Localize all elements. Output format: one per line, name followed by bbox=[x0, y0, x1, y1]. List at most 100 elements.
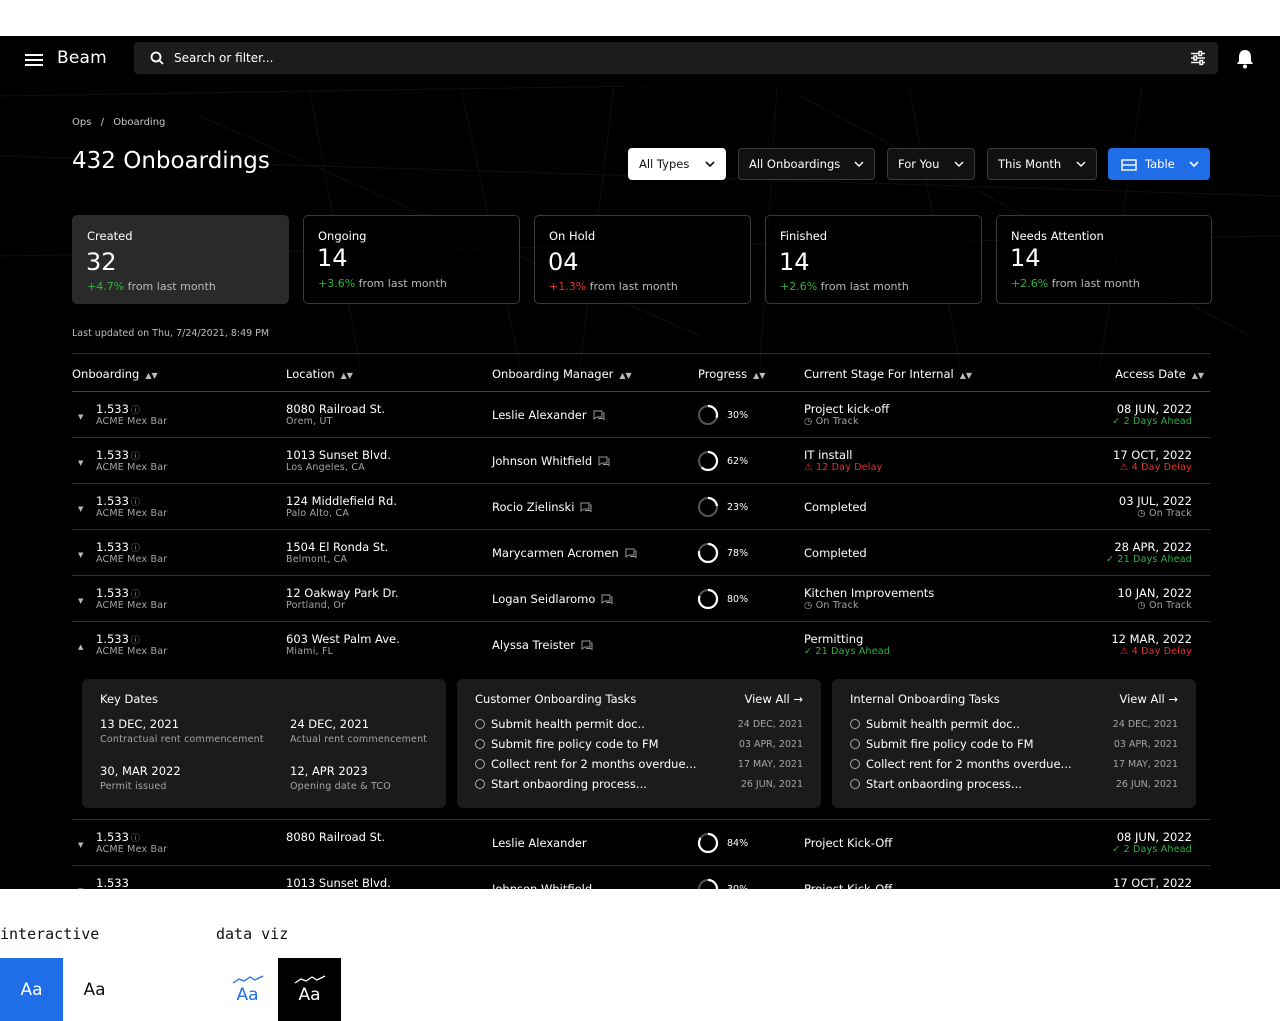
types-filter-select[interactable]: All Types bbox=[628, 148, 726, 180]
sort-icon[interactable]: ▲▼ bbox=[619, 371, 631, 380]
chevron-up-icon[interactable]: ▲ bbox=[78, 643, 83, 651]
period-filter-select[interactable]: This Month bbox=[987, 148, 1097, 180]
column-header-progress[interactable]: Progress ▲▼ bbox=[698, 367, 765, 381]
task-checkbox[interactable] bbox=[850, 759, 860, 769]
column-header-location[interactable]: Location ▲▼ bbox=[286, 367, 353, 381]
key-date-label: Opening date & TCO bbox=[290, 781, 391, 792]
internal-tasks-view-all-link[interactable]: View All → bbox=[1120, 692, 1179, 706]
filter-sliders-icon[interactable] bbox=[1190, 50, 1206, 66]
sort-icon[interactable]: ▲▼ bbox=[753, 371, 765, 380]
manager-name[interactable]: Alyssa Treister bbox=[492, 638, 575, 652]
search-input[interactable] bbox=[174, 42, 1074, 74]
chevron-down-icon[interactable]: ▼ bbox=[78, 841, 83, 849]
stat-label: Finished bbox=[780, 229, 828, 243]
location-cell: 124 Middlefield Rd. Palo Alto, CA bbox=[286, 494, 397, 519]
manager-name[interactable]: Johnson Whitfield bbox=[492, 454, 592, 468]
manager-name[interactable]: Logan Seidlaromo bbox=[492, 592, 595, 606]
access-date: 12 MAR, 2022 bbox=[1111, 632, 1192, 646]
info-icon[interactable]: ⓘ bbox=[131, 452, 140, 462]
table-row[interactable]: ▼ 1.533 ⓘ ACME Mex Bar 8080 Railroad St. Orem… bbox=[72, 392, 1210, 438]
table-row[interactable]: ▼ 1.533 ⓘ ACME Mex Bar 1013 Sunset Blvd. Los … bbox=[72, 438, 1210, 484]
location-address: 1013 Sunset Blvd. bbox=[286, 876, 391, 889]
sort-icon[interactable]: ▲▼ bbox=[1192, 371, 1204, 380]
task-item[interactable]: Submit fire policy code to FM bbox=[475, 737, 659, 751]
info-icon[interactable]: ⓘ bbox=[131, 590, 140, 600]
task-item[interactable]: Submit health permit doc.. bbox=[850, 717, 1020, 731]
task-item[interactable]: Start onbaording process... bbox=[475, 777, 647, 791]
chat-icon[interactable] bbox=[598, 456, 610, 467]
chat-icon[interactable] bbox=[593, 410, 605, 421]
progress-value: 30% bbox=[727, 883, 749, 890]
task-item[interactable]: Start onbaording process... bbox=[850, 777, 1022, 791]
sort-icon[interactable]: ▲▼ bbox=[960, 371, 972, 380]
column-header-access-date[interactable]: Access Date ▲▼ bbox=[1115, 367, 1204, 381]
task-item[interactable]: Submit fire policy code to FM bbox=[850, 737, 1034, 751]
expanded-row-details: Key Dates 13 DEC, 2021 Contractual rent c… bbox=[72, 670, 1210, 820]
chat-icon[interactable] bbox=[625, 548, 637, 559]
task-checkbox[interactable] bbox=[850, 779, 860, 789]
stat-label: Created bbox=[87, 229, 133, 243]
manager-name[interactable]: Marycarmen Acromen bbox=[492, 546, 619, 560]
chat-icon[interactable] bbox=[580, 502, 592, 513]
task-checkbox[interactable] bbox=[850, 739, 860, 749]
stat-card-created[interactable]: Created 32 +4.7% from last month bbox=[72, 215, 289, 304]
access-date-status: ⚠ 4 Day Delay bbox=[1111, 646, 1192, 657]
menu-icon[interactable] bbox=[24, 52, 44, 68]
chevron-down-icon[interactable]: ▼ bbox=[78, 505, 83, 513]
table-row[interactable]: ▼ 1.533 ⓘ ACME Mex Bar 12 Oakway Park Dr. Por… bbox=[72, 576, 1210, 622]
brand-logo[interactable]: Beam bbox=[57, 48, 107, 68]
breadcrumb-onboarding[interactable]: Oboarding bbox=[113, 117, 165, 128]
stage-cell: Project kick-off ◷ On Track bbox=[804, 402, 889, 427]
task-checkbox[interactable] bbox=[475, 719, 485, 729]
stat-card-needs-attention[interactable]: Needs Attention 14 +2.6% from last month bbox=[996, 215, 1212, 304]
view-mode-select[interactable]: Table bbox=[1108, 148, 1210, 180]
task-item[interactable]: Collect rent for 2 months overdue... bbox=[850, 757, 1072, 771]
manager-name[interactable]: Johnson Whitfield bbox=[492, 882, 592, 889]
chevron-down-icon[interactable]: ▼ bbox=[78, 413, 83, 421]
manager-name[interactable]: Leslie Alexander bbox=[492, 836, 587, 850]
sort-icon[interactable]: ▲▼ bbox=[341, 371, 353, 380]
task-item[interactable]: Collect rent for 2 months overdue... bbox=[475, 757, 697, 771]
chat-icon[interactable] bbox=[601, 594, 613, 605]
table-row[interactable]: ▼ 1.533 1013 Sunset Blvd. Johnson Whitfield… bbox=[72, 866, 1210, 889]
task-item[interactable]: Submit health permit doc.. bbox=[475, 717, 645, 731]
notification-bell-icon[interactable] bbox=[1236, 49, 1254, 69]
task-checkbox[interactable] bbox=[475, 739, 485, 749]
task-checkbox[interactable] bbox=[475, 779, 485, 789]
status-icon: ✓ bbox=[1105, 554, 1118, 565]
manager-name[interactable]: Rocio Zielinski bbox=[492, 500, 574, 514]
for-you-filter-value: For You bbox=[898, 157, 940, 171]
column-header-manager[interactable]: Onboarding Manager ▲▼ bbox=[492, 367, 632, 381]
table-row[interactable]: ▼ 1.533 ⓘ ACME Mex Bar 124 Middlefield Rd. Pa… bbox=[72, 484, 1210, 530]
info-icon[interactable]: ⓘ bbox=[131, 406, 140, 416]
manager-name[interactable]: Leslie Alexander bbox=[492, 408, 587, 422]
chevron-down-icon[interactable]: ▼ bbox=[78, 887, 83, 889]
progress-ring bbox=[697, 588, 719, 610]
chevron-down-icon[interactable]: ▼ bbox=[78, 459, 83, 467]
info-icon[interactable]: ⓘ bbox=[131, 636, 140, 646]
chevron-down-icon[interactable]: ▼ bbox=[78, 597, 83, 605]
for-you-filter-select[interactable]: For You bbox=[887, 148, 975, 180]
task-checkbox[interactable] bbox=[475, 759, 485, 769]
info-icon[interactable]: ⓘ bbox=[131, 498, 140, 508]
breadcrumb-ops[interactable]: Ops bbox=[72, 117, 91, 128]
chat-icon[interactable] bbox=[581, 640, 593, 651]
onboarding-id: 1.533 bbox=[96, 540, 129, 554]
customer-tasks-view-all-link[interactable]: View All → bbox=[745, 692, 804, 706]
table-row[interactable]: ▼ 1.533 ⓘ ACME Mex Bar 8080 Railroad St. Lesl… bbox=[72, 820, 1210, 866]
sort-icon[interactable]: ▲▼ bbox=[145, 371, 157, 380]
onboardings-filter-select[interactable]: All Onboardings bbox=[738, 148, 875, 180]
column-header-onboarding[interactable]: Onboarding ▲▼ bbox=[72, 367, 158, 381]
stat-card-ongoing[interactable]: Ongoing 14 +3.6% from last month bbox=[303, 215, 520, 304]
column-header-label: Current Stage For Internal bbox=[804, 367, 954, 381]
column-header-stage[interactable]: Current Stage For Internal ▲▼ bbox=[804, 367, 972, 381]
table-row[interactable]: ▼ 1.533 ⓘ ACME Mex Bar 1504 El Ronda St. Belm… bbox=[72, 530, 1210, 576]
stat-card-on-hold[interactable]: On Hold 04 +1.3% from last month bbox=[534, 215, 751, 304]
task-checkbox[interactable] bbox=[850, 719, 860, 729]
table-row[interactable]: ▲ 1.533 ⓘ ACME Mex Bar 603 West Palm Ave. Mia… bbox=[72, 622, 1210, 668]
chevron-down-icon[interactable]: ▼ bbox=[78, 551, 83, 559]
stat-card-finished[interactable]: Finished 14 +2.6% from last month bbox=[765, 215, 982, 304]
onboarding-id: 1.533 bbox=[96, 876, 129, 889]
info-icon[interactable]: ⓘ bbox=[131, 834, 140, 844]
info-icon[interactable]: ⓘ bbox=[131, 544, 140, 554]
